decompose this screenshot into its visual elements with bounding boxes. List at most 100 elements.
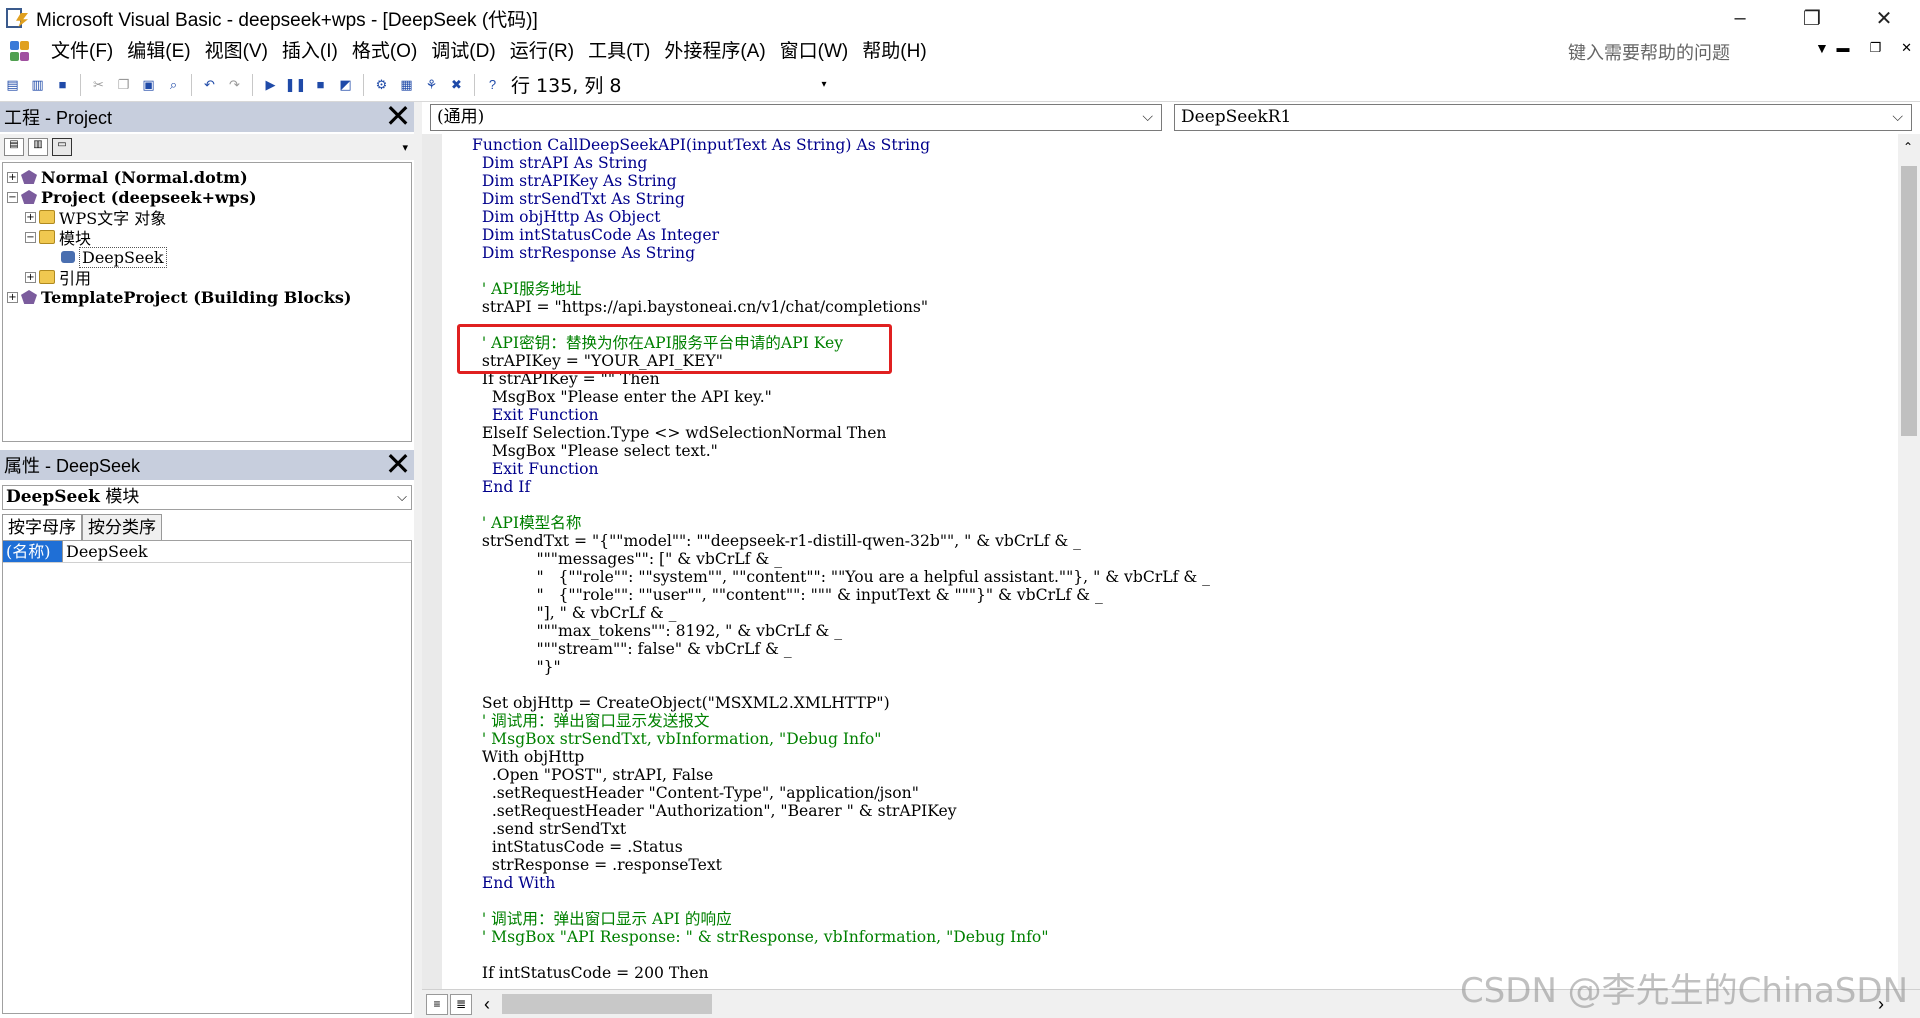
code-line[interactable]: MsgBox "Please enter the API key."	[472, 388, 1210, 406]
help-icon[interactable]: ?	[482, 74, 503, 96]
property-row[interactable]: (名称) DeepSeek	[3, 541, 411, 563]
menu-tools[interactable]: 工具(T)	[581, 37, 657, 67]
tree-node-normal[interactable]: + Normal (Normal.dotm)	[7, 167, 248, 187]
code-line[interactable]: Function CallDeepSeekAPI(inputText As St…	[472, 136, 1210, 154]
code-line[interactable]: """max_tokens"": 8192, " & vbCrLf & _	[472, 622, 1210, 640]
menu-file[interactable]: 文件(F)	[44, 37, 120, 67]
tree-node-project[interactable]: − Project (deepseek+wps)	[7, 187, 257, 207]
code-line[interactable]: ' MsgBox strSendTxt, vbInformation, "Deb…	[472, 730, 1210, 748]
help-dropdown-arrow-icon[interactable]: ▼	[1815, 40, 1829, 56]
procedure-view-icon[interactable]: ≡	[426, 994, 448, 1015]
properties-object-combo[interactable]: DeepSeek 模块 ⌵	[2, 485, 412, 510]
code-line[interactable]: Dim strAPI As String	[472, 154, 1210, 172]
chevron-down-icon[interactable]: ⌵	[397, 486, 407, 509]
save-icon[interactable]: ■	[52, 74, 73, 96]
chevron-down-icon[interactable]: ⌵	[1892, 105, 1903, 130]
code-line[interactable]: strAPI = "https://api.baystoneai.cn/v1/c…	[472, 298, 1210, 316]
find-icon[interactable]: ⌕	[163, 74, 184, 96]
code-line[interactable]: " {""role"": ""user"", ""content"": """ …	[472, 586, 1210, 604]
vertical-scrollbar[interactable]: ⌃	[1898, 134, 1920, 989]
code-line[interactable]	[472, 262, 1210, 280]
full-module-view-icon[interactable]: ≣	[450, 994, 472, 1015]
code-line[interactable]: ' MsgBox "API Response: " & strResponse,…	[472, 928, 1210, 946]
collapse-icon[interactable]: −	[7, 191, 18, 203]
expand-icon[interactable]: +	[7, 171, 18, 183]
insert-module-icon[interactable]: ▥	[27, 74, 48, 96]
tab-alphabetic[interactable]: 按字母序	[2, 514, 82, 540]
tree-node-modules[interactable]: − 模块	[25, 227, 91, 248]
code-line[interactable]: MsgBox "Please select text."	[472, 442, 1210, 460]
code-line[interactable]: """messages"": [" & vbCrLf & _	[472, 550, 1210, 568]
vba-menu-icon[interactable]	[8, 39, 38, 65]
menu-window[interactable]: 窗口(W)	[773, 37, 856, 67]
tree-node-references[interactable]: + 引用	[25, 267, 91, 288]
cut-icon[interactable]: ✂	[88, 74, 109, 96]
code-line[interactable]: "}"	[472, 658, 1210, 676]
run-icon[interactable]: ▶	[260, 74, 281, 96]
code-line[interactable]: Dim strSendTxt As String	[472, 190, 1210, 208]
menu-run[interactable]: 运行(R)	[503, 37, 581, 67]
code-line[interactable]: Exit Function	[472, 460, 1210, 478]
undo-icon[interactable]: ↶	[199, 74, 220, 96]
view-object-icon[interactable]: ▥	[28, 138, 48, 156]
scroll-left-icon[interactable]: ‹	[484, 994, 490, 1015]
code-line[interactable]: ElseIf Selection.Type <> wdSelectionNorm…	[472, 424, 1210, 442]
code-line[interactable]: intStatusCode = .Status	[472, 838, 1210, 856]
tree-node-template-project[interactable]: + TemplateProject (Building Blocks)	[7, 287, 351, 307]
code-line[interactable]: """stream"": false" & vbCrLf & _	[472, 640, 1210, 658]
menu-addins[interactable]: 外接程序(A)	[657, 37, 772, 67]
code-line[interactable]: Set objHttp = CreateObject("MSXML2.XMLHT…	[472, 694, 1210, 712]
reset-icon[interactable]: ■	[310, 74, 331, 96]
code-line[interactable]: End If	[472, 478, 1210, 496]
break-icon[interactable]: ❚❚	[285, 74, 307, 96]
code-lines[interactable]: Function CallDeepSeekAPI(inputText As St…	[472, 136, 1210, 982]
mdi-restore-icon[interactable]: ❐	[1869, 40, 1881, 56]
code-line[interactable]: .setRequestHeader "Content-Type", "appli…	[472, 784, 1210, 802]
code-line[interactable]: strSendTxt = "{""model"": ""deepseek-r1-…	[472, 532, 1210, 550]
tree-node-deepseek-module[interactable]: DeepSeek	[61, 246, 167, 268]
code-line[interactable]	[472, 496, 1210, 514]
scroll-up-icon[interactable]: ⌃	[1903, 140, 1913, 154]
code-line[interactable]: Dim strAPIKey As String	[472, 172, 1210, 190]
code-line[interactable]: Exit Function	[472, 406, 1210, 424]
collapse-icon[interactable]: −	[25, 231, 36, 243]
menu-view[interactable]: 视图(V)	[198, 37, 275, 67]
minimize-button[interactable]: –	[1704, 0, 1776, 36]
view-code-icon[interactable]: ▤	[4, 138, 24, 156]
code-line[interactable]: .Open "POST", strAPI, False	[472, 766, 1210, 784]
code-line[interactable]: ' API服务地址	[472, 280, 1210, 298]
expand-icon[interactable]: +	[7, 291, 18, 303]
toolbar-options-icon[interactable]: ▾	[822, 79, 827, 90]
toggle-folders-icon[interactable]: ▭	[52, 138, 72, 156]
code-editor[interactable]: Function CallDeepSeekAPI(inputText As St…	[422, 134, 1898, 989]
property-value[interactable]: DeepSeek	[63, 541, 148, 562]
properties-panel-close-icon[interactable]: ✕	[384, 448, 412, 480]
menu-edit[interactable]: 编辑(E)	[120, 37, 197, 67]
redo-icon[interactable]: ↷	[224, 74, 245, 96]
code-line[interactable]: Dim objHttp As Object	[472, 208, 1210, 226]
restore-button[interactable]: ❐	[1776, 0, 1848, 36]
close-button[interactable]: ✕	[1848, 0, 1920, 36]
code-line[interactable]	[472, 892, 1210, 910]
scroll-thumb[interactable]	[1901, 166, 1917, 436]
code-line[interactable]: If intStatusCode = 200 Then	[472, 964, 1210, 982]
tab-categorized[interactable]: 按分类序	[82, 514, 162, 540]
project-panel-close-icon[interactable]: ✕	[384, 100, 412, 132]
object-browser-icon[interactable]: ⚘	[421, 74, 442, 96]
horizontal-scroll-thumb[interactable]	[502, 994, 712, 1014]
tree-node-wps-objects[interactable]: + WPS文字 对象	[25, 207, 166, 228]
paste-icon[interactable]: ▣	[138, 74, 159, 96]
code-line[interactable]: " {""role"": ""system"", ""content"": ""…	[472, 568, 1210, 586]
code-line[interactable]: .setRequestHeader "Authorization", "Bear…	[472, 802, 1210, 820]
code-line[interactable]: ' 调试用：弹出窗口显示 API 的响应	[472, 910, 1210, 928]
panel-options-icon[interactable]: ▾	[402, 141, 408, 154]
code-line[interactable]: End With	[472, 874, 1210, 892]
properties-window-icon[interactable]: ▦	[396, 74, 417, 96]
project-explorer-icon[interactable]: ⚙	[371, 74, 392, 96]
code-line[interactable]	[472, 676, 1210, 694]
panel-splitter[interactable]	[414, 102, 422, 1018]
toolbox-icon[interactable]: ✖	[446, 74, 467, 96]
view-word-icon[interactable]: ▤	[2, 74, 23, 96]
code-line[interactable]: .send strSendTxt	[472, 820, 1210, 838]
menu-debug[interactable]: 调试(D)	[424, 37, 502, 67]
